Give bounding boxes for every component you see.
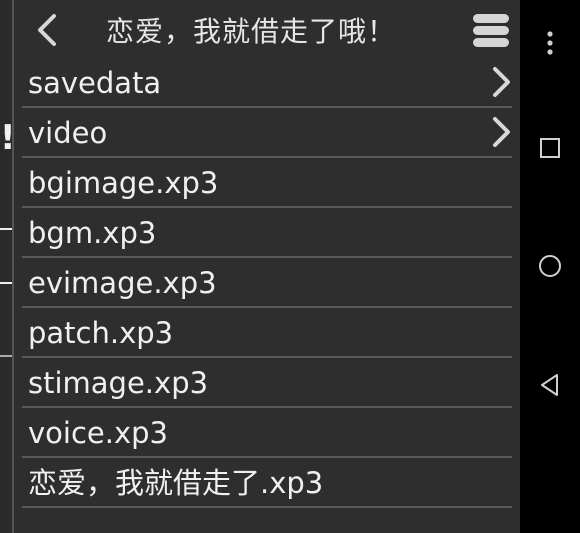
chevron-right-icon [493,117,510,147]
file-browser-panel: 恋爱，我就借走了哦！ savedata video bgimage.xp3 bgm.x… [14,0,520,533]
background-app-sliver: ! [0,0,14,533]
file-list-item[interactable]: evimage.xp3 [14,258,520,308]
android-navigation-bar [520,0,580,533]
home-button[interactable] [535,251,565,281]
file-name-label: savedata [28,66,162,100]
file-list-item[interactable]: bgimage.xp3 [14,158,520,208]
file-list-item[interactable]: patch.xp3 [14,308,520,358]
menu-button[interactable] [473,14,509,48]
file-name-label: bgimage.xp3 [28,166,219,200]
hamburger-menu-icon [473,14,509,47]
file-list-item[interactable]: voice.xp3 [14,408,520,458]
file-name-label: video [28,116,108,150]
page-title: 恋爱，我就借走了哦！ [106,15,397,48]
file-name-label: patch.xp3 [28,316,174,350]
file-name-label: bgm.xp3 [28,216,157,250]
row-divider [22,506,512,508]
overflow-dots-icon [547,31,553,55]
overflow-menu-button[interactable] [535,28,565,58]
system-back-button[interactable] [535,370,565,400]
recents-button[interactable] [535,133,565,163]
file-list-item[interactable]: bgm.xp3 [14,208,520,258]
recents-square-icon [540,138,560,158]
folder-list-item[interactable]: video [14,108,520,158]
chevron-right-icon [493,67,510,97]
home-circle-icon [539,255,561,277]
file-name-label: evimage.xp3 [28,266,217,300]
file-name-label: stimage.xp3 [28,366,209,400]
file-list: savedata video bgimage.xp3 bgm.xp3 evimage.x… [14,58,520,508]
file-name-label: 恋爱，我就借走了.xp3 [28,466,324,500]
back-triangle-icon [541,374,558,396]
file-list-item[interactable]: stimage.xp3 [14,358,520,408]
file-name-label: voice.xp3 [28,416,168,450]
file-list-item[interactable]: 恋爱，我就借走了.xp3 [14,458,520,508]
back-button[interactable] [30,10,66,50]
header-bar: 恋爱，我就借走了哦！ [14,0,520,62]
chevron-left-icon [38,14,56,46]
folder-list-item[interactable]: savedata [14,58,520,108]
